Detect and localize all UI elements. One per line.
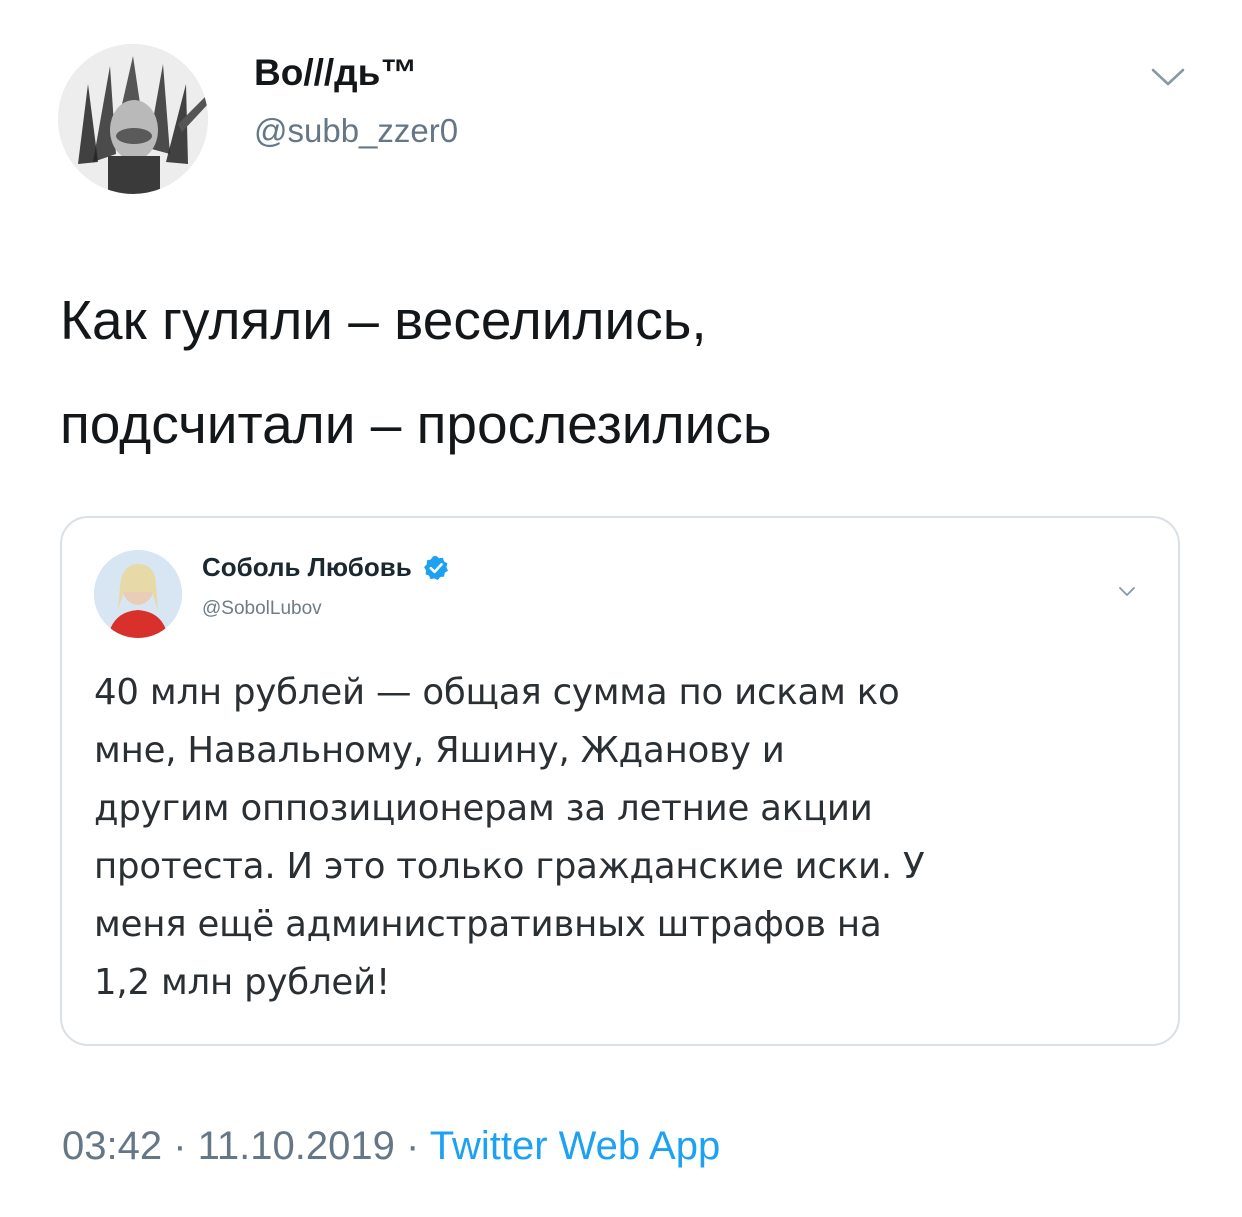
quoted-text-line: 40 млн рублей — общая сумма по искам ко xyxy=(94,672,900,713)
quoted-tweet-card[interactable]: Соболь Любовь @SobolLubov 40 млн рублей … xyxy=(60,516,1180,1046)
quoted-text-line: меня ещё административных штрафов на xyxy=(94,904,882,945)
tweet-text-line: Как гуляли – веселились, xyxy=(60,289,707,351)
quoted-tweet-text: 40 млн рублей — общая сумма по искам ко … xyxy=(94,664,1154,1012)
tweet-source-app[interactable]: Twitter Web App xyxy=(430,1124,721,1168)
tweet-text-line: подсчитали – прослезились xyxy=(60,393,772,455)
avatar-portrait-icon xyxy=(58,44,208,194)
quoted-author-avatar[interactable] xyxy=(94,550,182,638)
meta-separator: · xyxy=(394,1124,430,1168)
quoted-author-handle[interactable]: @SobolLubov xyxy=(202,598,322,620)
quoted-text-line: другим оппозиционерам за летние акции xyxy=(94,788,873,829)
chevron-down-icon[interactable] xyxy=(1118,586,1136,598)
quoted-author-display-name[interactable]: Соболь Любовь xyxy=(202,552,412,583)
tweet-time[interactable]: 03:42 xyxy=(62,1124,162,1168)
author-avatar[interactable] xyxy=(58,44,208,194)
tweet-text: Как гуляли – веселились, подсчитали – пр… xyxy=(60,268,1190,476)
meta-separator: · xyxy=(162,1124,198,1168)
tweet-date[interactable]: 11.10.2019 xyxy=(198,1124,395,1168)
quoted-text-line: протеста. И это только гражданские иски.… xyxy=(94,846,925,887)
quoted-text-line: мне, Навальному, Яшину, Жданову и xyxy=(94,730,785,771)
tweet-meta: 03:42 · 11.10.2019 · Twitter Web App xyxy=(62,1124,720,1169)
author-handle[interactable]: @subb_zzer0 xyxy=(254,112,458,150)
author-display-name[interactable]: Bo///дь™ xyxy=(254,52,417,94)
quoted-author-name-row: Соболь Любовь xyxy=(202,552,450,583)
verified-badge-icon xyxy=(423,555,448,580)
avatar-portrait-icon xyxy=(94,550,182,638)
quoted-text-line: 1,2 млн рублей! xyxy=(94,962,390,1003)
chevron-down-icon[interactable] xyxy=(1150,66,1186,88)
